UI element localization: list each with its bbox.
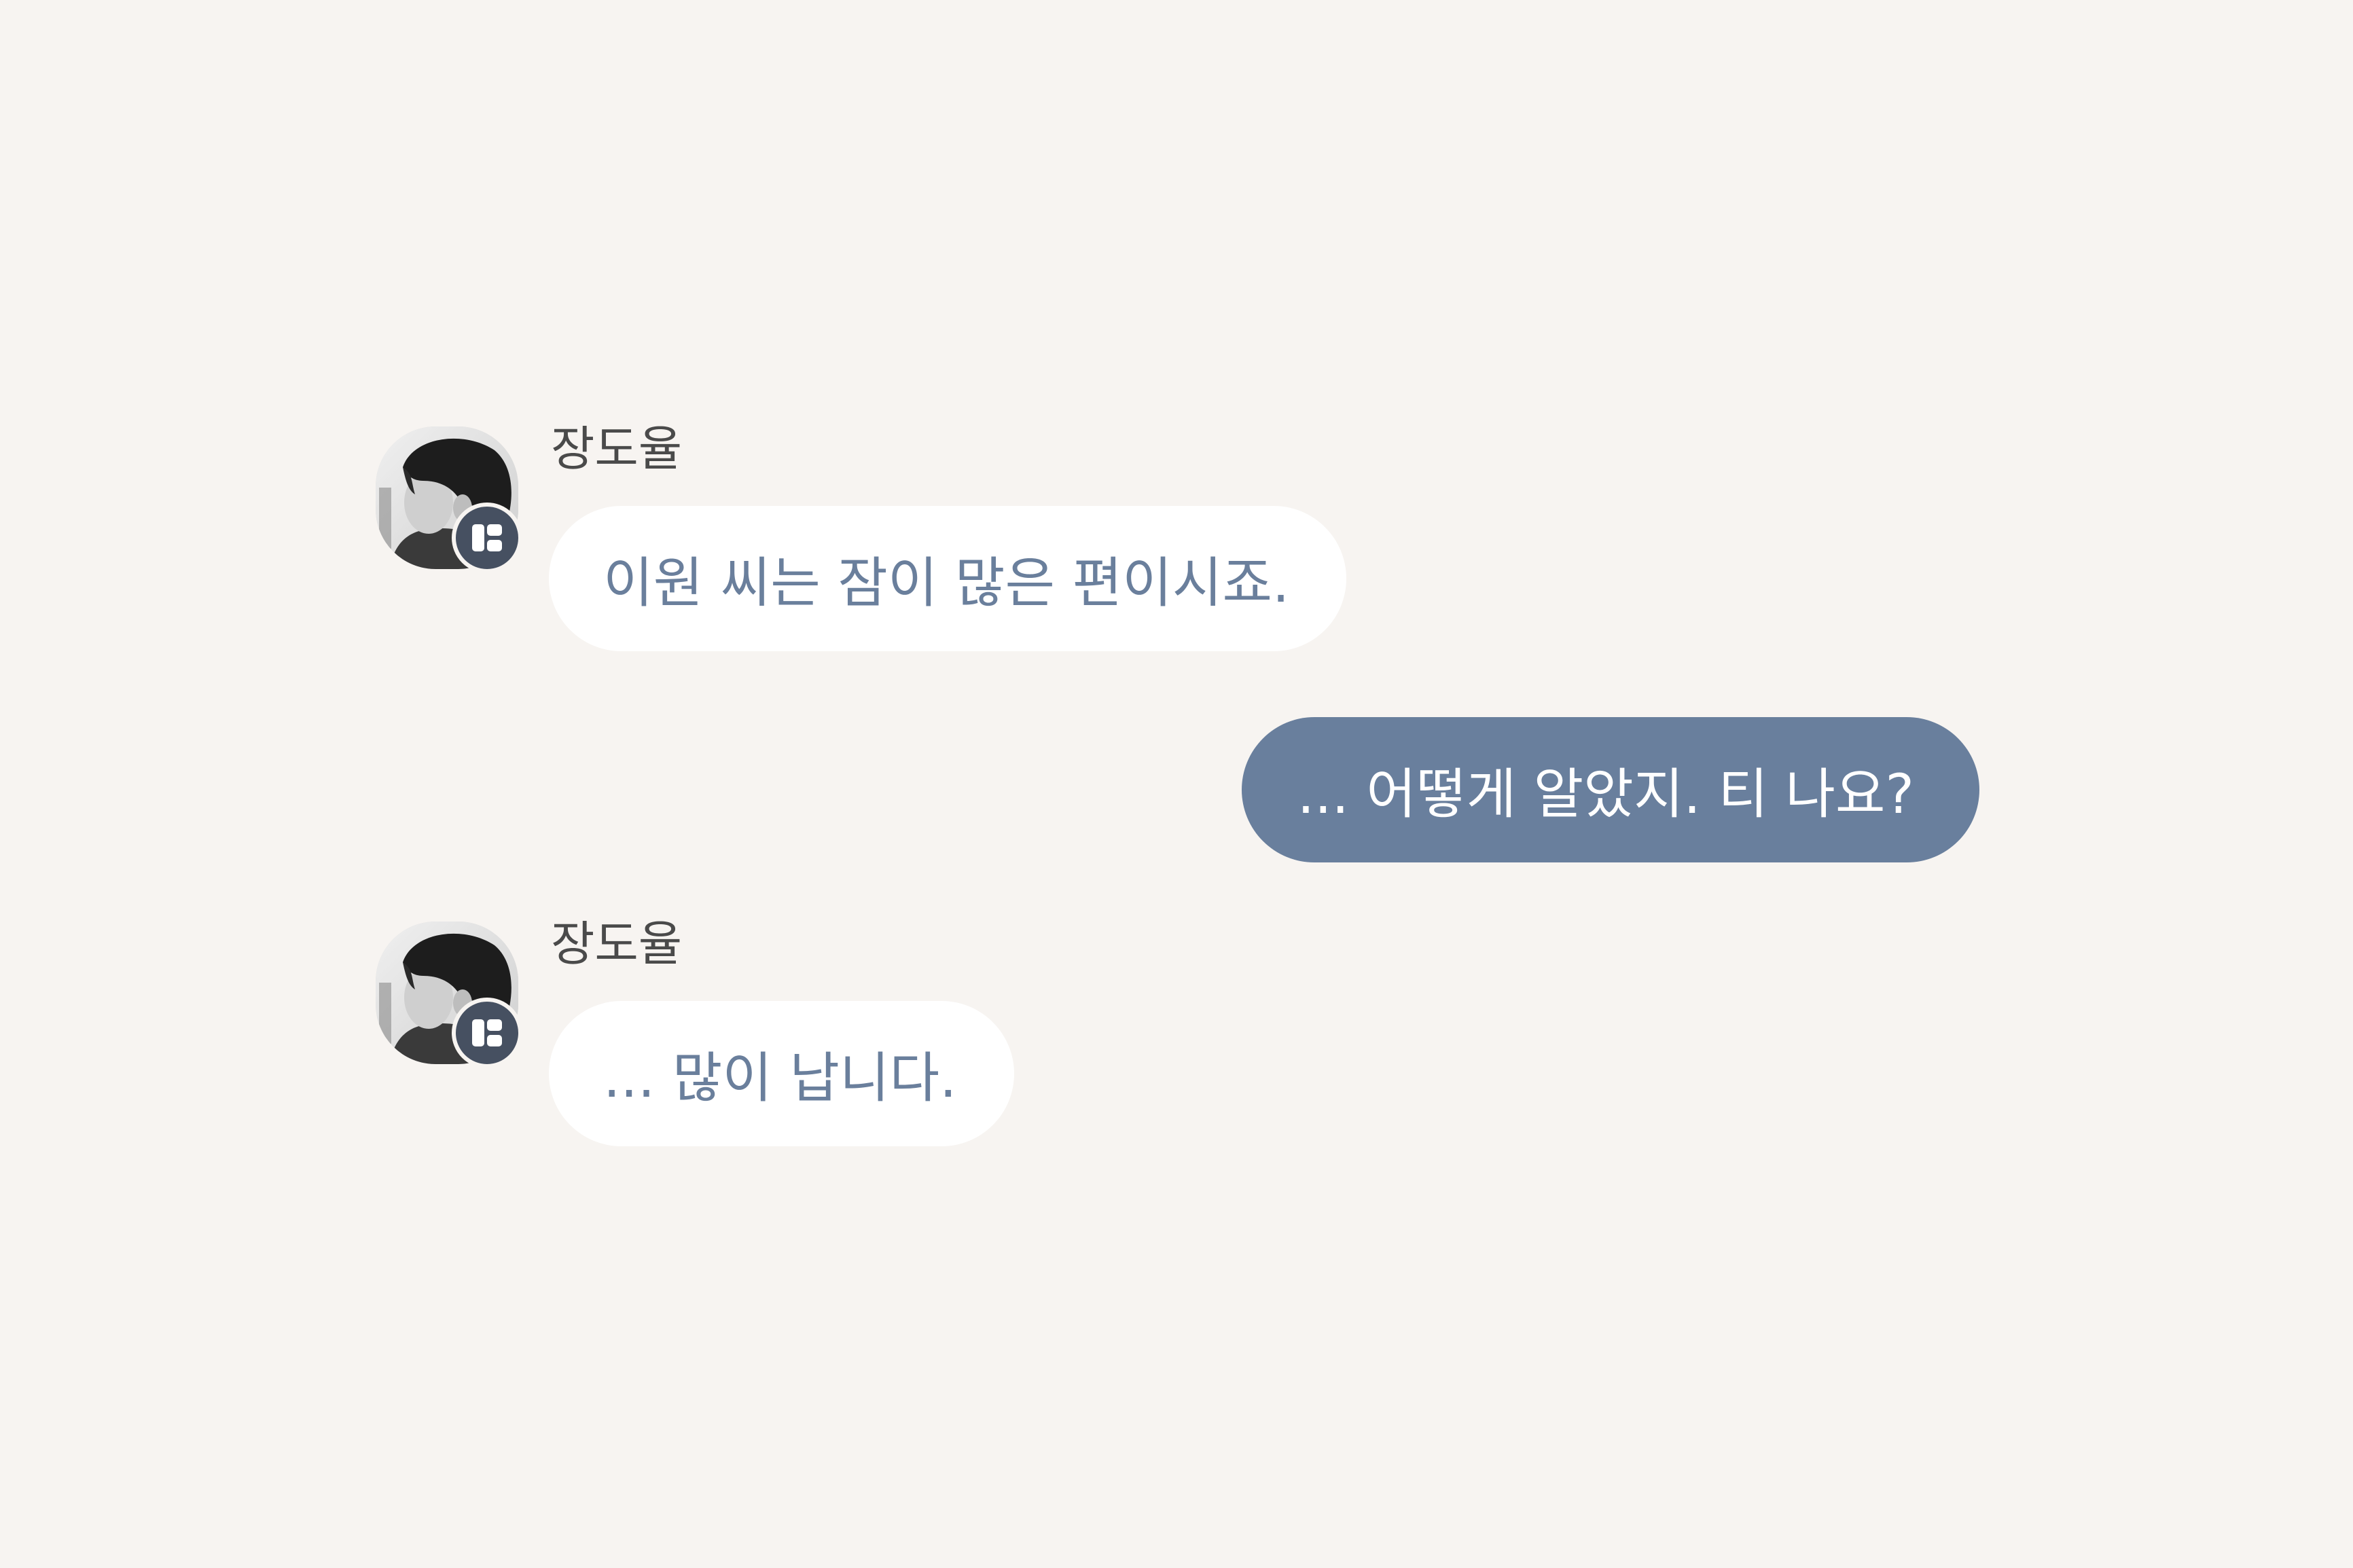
sender-name: 장도율	[551, 421, 683, 477]
message-text: 이원 씨는 잠이 많은 편이시죠.	[603, 551, 1290, 615]
sender-name: 장도율	[551, 916, 683, 972]
message-bubble[interactable]: ... 많이 납니다.	[549, 1001, 1014, 1146]
message-bubble[interactable]: 이원 씨는 잠이 많은 편이시죠.	[549, 506, 1347, 651]
app-badge-icon	[452, 503, 522, 573]
app-badge-icon	[452, 998, 522, 1068]
outgoing-message-bubble[interactable]: ... 어떻게 알았지. 티 나요?	[1241, 717, 1979, 862]
message-text: ... 어떻게 알았지. 티 나요?	[1297, 763, 1914, 826]
message-text: ... 많이 납니다.	[603, 1046, 957, 1110]
chat-thread: 장도율 이원 씨는 잠이 많은 편이시죠. ... 어떻게 알았지. 티 나요?	[0, 0, 2353, 1568]
